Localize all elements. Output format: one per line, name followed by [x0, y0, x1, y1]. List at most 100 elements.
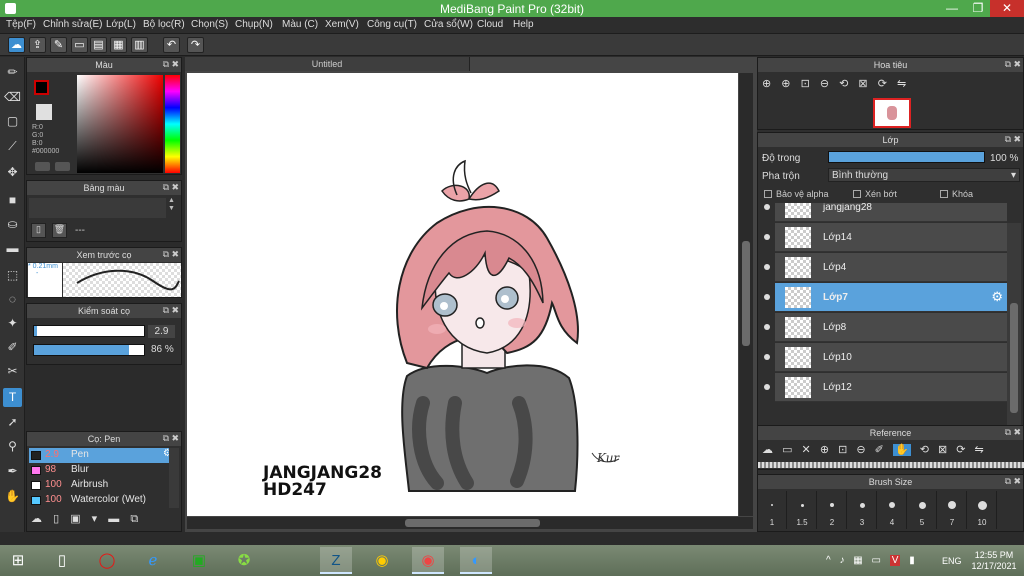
comment-icon[interactable]: ✎: [50, 37, 67, 53]
zoom-out-icon[interactable]: ⊖: [820, 78, 829, 90]
brush-tool-icon[interactable]: ✏: [3, 63, 22, 82]
fill-shape-icon[interactable]: ■: [3, 191, 22, 210]
zoom-out-icon[interactable]: ⊖: [856, 444, 865, 456]
menu-capture[interactable]: Chụp(N): [235, 19, 273, 30]
file-icon[interactable]: ▯: [46, 547, 78, 574]
undock-icon[interactable]: ⧉: [163, 182, 169, 193]
undock-icon[interactable]: ⧉: [163, 59, 169, 70]
visibility-icon[interactable]: [764, 324, 770, 330]
edge-icon[interactable]: ℯ: [137, 547, 169, 574]
chrome-icon[interactable]: ◉: [366, 547, 398, 574]
menu-help[interactable]: Help: [513, 19, 534, 30]
clock[interactable]: 12:55 PM 12/17/2021: [970, 550, 1018, 572]
panel-close-icon[interactable]: ✖: [171, 305, 179, 316]
fit-window-icon[interactable]: ⊡: [801, 78, 810, 90]
panel-close-icon[interactable]: ✖: [1013, 134, 1021, 145]
brush-settings-icon[interactable]: ▣: [70, 513, 80, 525]
panel-close-icon[interactable]: ✖: [1013, 59, 1021, 70]
clipping-checkbox[interactable]: [853, 190, 861, 198]
saturation-value-picker[interactable]: [77, 75, 163, 173]
brush-size-cell[interactable]: 1: [758, 491, 787, 529]
undock-icon[interactable]: ⧉: [1005, 476, 1011, 487]
menu-tools[interactable]: Công cụ(T): [367, 19, 417, 30]
undock-icon[interactable]: ⧉: [163, 249, 169, 260]
language-indicator[interactable]: ENG: [942, 556, 962, 566]
visibility-icon[interactable]: [764, 354, 770, 360]
zoom-in-icon[interactable]: ⊕: [781, 78, 790, 90]
zalo-icon[interactable]: Z: [320, 547, 352, 574]
minimize-button[interactable]: —: [939, 0, 965, 17]
line-tool-icon[interactable]: ⟋: [3, 137, 22, 156]
zoom-fit-icon[interactable]: ⊕: [762, 78, 771, 90]
flip-icon[interactable]: ⇋: [897, 78, 906, 90]
fit-icon[interactable]: ⊡: [838, 444, 847, 456]
layer-item[interactable]: Lớp10: [775, 343, 1007, 372]
select-rect-icon[interactable]: ⬚: [3, 266, 22, 285]
undock-icon[interactable]: ⧉: [163, 305, 169, 316]
eraser-tool-icon[interactable]: ⌫: [3, 88, 22, 107]
close-reference-icon[interactable]: ✕: [802, 444, 811, 456]
horizontal-scrollbar[interactable]: [187, 517, 753, 529]
add-palette-icon[interactable]: ▯: [31, 223, 46, 238]
layer-opacity-slider[interactable]: [828, 151, 985, 163]
blend-mode-select[interactable]: Bình thường ▾: [828, 168, 1020, 182]
vertical-scrollbar[interactable]: [739, 73, 753, 516]
brush-copy-icon[interactable]: ⧉: [130, 513, 138, 525]
panel-close-icon[interactable]: ✖: [171, 433, 179, 444]
undock-icon[interactable]: ⧉: [1005, 134, 1011, 145]
chrome-profile-icon[interactable]: ◉: [412, 547, 444, 574]
rotate-left-icon[interactable]: ⟲: [839, 78, 848, 90]
brush-size-cell[interactable]: 10: [968, 491, 997, 529]
select-eraser-icon[interactable]: ✂: [3, 362, 22, 381]
color-mode-button[interactable]: [35, 162, 50, 171]
navigator-thumbnail[interactable]: [873, 98, 911, 128]
undo-icon[interactable]: ↶: [163, 37, 180, 53]
action-center-icon[interactable]: ▭: [872, 555, 881, 566]
menu-file[interactable]: Tệp(F): [6, 19, 36, 30]
network-icon[interactable]: ▦: [853, 555, 862, 566]
trash-icon[interactable]: 🗑: [52, 223, 67, 238]
secondary-color-swatch[interactable]: [36, 104, 52, 120]
layer-scroll-thumb[interactable]: [1010, 303, 1018, 413]
rotate-right-icon[interactable]: ⟳: [956, 444, 965, 456]
brush-folder-icon[interactable]: ▬: [108, 513, 119, 525]
cloud-brush-icon[interactable]: ☁: [31, 513, 42, 525]
brush-size-cell[interactable]: 4: [878, 491, 907, 529]
brush-size-cell[interactable]: 2: [818, 491, 847, 529]
operation-tool-icon[interactable]: ➚: [3, 413, 22, 432]
layer-item[interactable]: jangjang28: [775, 203, 1007, 222]
magic-wand-icon[interactable]: ✦: [3, 314, 22, 333]
table-icon[interactable]: ▥: [131, 37, 148, 53]
paint-app-icon[interactable]: ✪: [228, 547, 260, 574]
lock-checkbox[interactable]: [940, 190, 948, 198]
rectangle-tool-icon[interactable]: ▢: [3, 112, 22, 131]
brush-size-slider[interactable]: [33, 325, 145, 337]
grid-icon[interactable]: ▦: [110, 37, 127, 53]
panel-close-icon[interactable]: ✖: [171, 249, 179, 260]
panel-close-icon[interactable]: ✖: [171, 59, 179, 70]
new-brush-icon[interactable]: ▯: [53, 513, 59, 525]
brush-opacity-slider[interactable]: [33, 344, 145, 356]
vertical-scroll-thumb[interactable]: [742, 241, 750, 346]
move-tool-icon[interactable]: ✥: [3, 163, 22, 182]
visibility-icon[interactable]: [764, 234, 770, 240]
menu-window[interactable]: Cửa sổ(W): [424, 19, 473, 30]
visibility-icon[interactable]: [764, 294, 770, 300]
brush-item[interactable]: 2.9 Pen ⚙: [29, 448, 178, 463]
reset-icon[interactable]: ⊠: [938, 444, 947, 456]
volume-icon[interactable]: ♪: [839, 555, 844, 566]
cloud-icon[interactable]: ☁: [8, 37, 25, 53]
battery-icon[interactable]: ▮: [909, 555, 915, 566]
reset-rotation-icon[interactable]: ⊠: [858, 78, 867, 90]
drawing-canvas[interactable]: JANGJANG28 HD247 Kur: [187, 73, 738, 516]
gradient-tool-icon[interactable]: ▬: [3, 239, 22, 258]
undock-icon[interactable]: ⧉: [163, 433, 169, 444]
undock-icon[interactable]: ⧉: [1005, 59, 1011, 70]
eyedropper-icon[interactable]: ⚲: [3, 437, 22, 456]
palette-scroll-arrows[interactable]: ▲ ▼: [168, 197, 175, 213]
panel-close-icon[interactable]: ✖: [171, 182, 179, 193]
brush-item[interactable]: 98 Blur: [29, 463, 178, 478]
panel-close-icon[interactable]: ✖: [1013, 427, 1021, 438]
eyedropper-icon[interactable]: ✐: [875, 444, 884, 456]
menu-filter[interactable]: Bộ lọc(R): [143, 19, 185, 30]
